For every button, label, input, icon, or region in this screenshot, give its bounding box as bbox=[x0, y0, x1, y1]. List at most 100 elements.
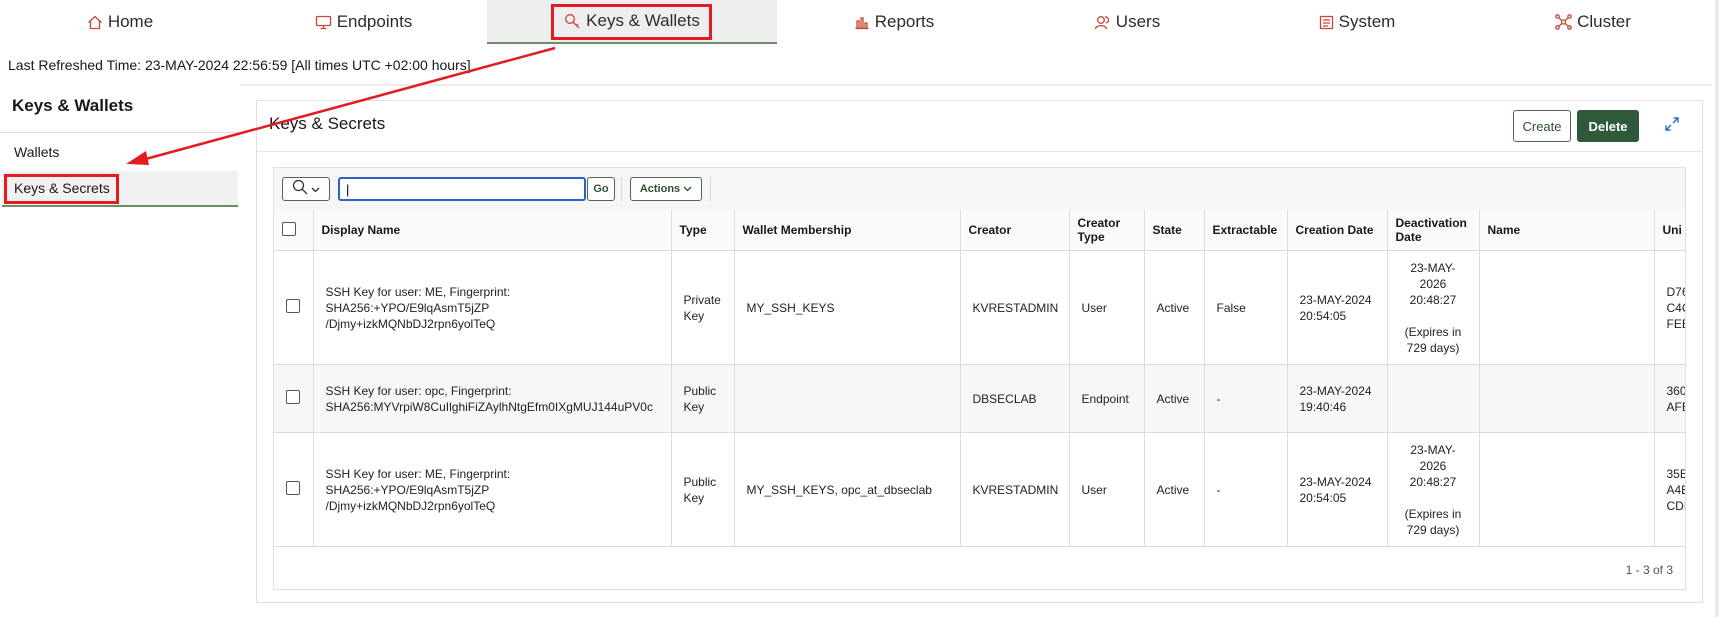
cell-extractable: - bbox=[1204, 432, 1288, 547]
home-icon bbox=[87, 15, 103, 30]
page-scrollbar[interactable] bbox=[1715, 0, 1719, 617]
report-grid: Go Actions Display Name Type bbox=[273, 167, 1686, 590]
key-icon bbox=[564, 13, 581, 29]
cell-extractable: - bbox=[1204, 364, 1288, 433]
column-header[interactable]: Extractable bbox=[1204, 210, 1288, 251]
cell-name bbox=[1479, 364, 1655, 433]
select-all-checkbox[interactable] bbox=[282, 221, 296, 236]
row-checkbox[interactable] bbox=[286, 480, 301, 495]
cell-name bbox=[1479, 250, 1655, 365]
table-row[interactable]: SSH Key for user: ME, Fingerprint: SHA25… bbox=[274, 250, 1685, 365]
toolbar-separator bbox=[710, 177, 711, 201]
row-select-cell bbox=[274, 364, 314, 433]
table-row[interactable]: SSH Key for user: ME, Fingerprint: SHA25… bbox=[274, 432, 1685, 547]
tab-reports-label: Reports bbox=[874, 12, 935, 31]
report-toolbar: Go Actions bbox=[274, 168, 1685, 211]
cell-display-name: SSH Key for user: ME, Fingerprint: SHA25… bbox=[313, 432, 672, 547]
actions-menu-button[interactable]: Actions bbox=[630, 177, 702, 201]
last-refreshed-text: Last Refreshed Time: 23-MAY-2024 22:56:5… bbox=[8, 57, 471, 73]
cell-wallet: MY_SSH_KEYS bbox=[734, 250, 961, 365]
column-header[interactable]: Uni bbox=[1654, 210, 1685, 251]
create-button[interactable]: Create bbox=[1513, 110, 1571, 142]
cell-state: Active bbox=[1144, 432, 1205, 547]
cell-creation-date: 23-MAY-2024 19:40:46 bbox=[1287, 364, 1388, 433]
sidebar-item-keys-secrets[interactable]: Keys & Secrets bbox=[2, 171, 238, 207]
column-header[interactable]: Creation Date bbox=[1287, 210, 1388, 251]
select-all-cell bbox=[274, 210, 314, 251]
row-select-cell bbox=[274, 432, 314, 547]
tab-reports[interactable]: Reports bbox=[777, 0, 1011, 44]
tab-users-label: Users bbox=[1115, 12, 1161, 31]
delete-button[interactable]: Delete bbox=[1577, 110, 1639, 142]
cell-state: Active bbox=[1144, 364, 1205, 433]
tab-system-label: System bbox=[1338, 12, 1396, 31]
document-icon bbox=[1319, 15, 1334, 30]
sidebar-item-label: Wallets bbox=[14, 144, 60, 160]
cell-creator-type: User bbox=[1069, 432, 1145, 547]
cell-creator: DBSECLAB bbox=[960, 364, 1070, 433]
column-header[interactable]: Deactivation Date bbox=[1387, 210, 1480, 251]
deactivation-date-text: 23-MAY-2026 20:48:27 bbox=[1409, 442, 1457, 489]
expires-text: (Expires in 729 days) bbox=[1404, 324, 1462, 355]
bar-chart-icon bbox=[854, 15, 870, 30]
column-header[interactable]: Creator Type bbox=[1069, 210, 1145, 251]
region-header: Keys & Secrets Create Delete bbox=[257, 101, 1702, 152]
cell-deactivation-date bbox=[1387, 364, 1480, 433]
tab-cluster-label: Cluster bbox=[1577, 12, 1631, 31]
expires-text: (Expires in 729 days) bbox=[1404, 506, 1462, 537]
column-header[interactable]: Name bbox=[1479, 210, 1655, 251]
cell-creation-date: 23-MAY-2024 20:54:05 bbox=[1287, 250, 1388, 365]
toolbar-separator bbox=[621, 177, 622, 201]
region-title: Keys & Secrets bbox=[269, 114, 386, 133]
cell-state: Active bbox=[1144, 250, 1205, 365]
monitor-icon bbox=[315, 15, 332, 30]
cell-creator-type: User bbox=[1069, 250, 1145, 365]
column-header[interactable]: Wallet Membership bbox=[734, 210, 961, 251]
tab-endpoints-label: Endpoints bbox=[336, 12, 413, 31]
tab-keys-wallets[interactable]: Keys & Wallets bbox=[487, 0, 777, 44]
cell-unique-id: 360 AFE bbox=[1654, 364, 1685, 433]
pagination-text: 1 - 3 of 3 bbox=[1625, 563, 1673, 577]
row-checkbox[interactable] bbox=[286, 298, 301, 313]
table-row[interactable]: SSH Key for user: opc, Fingerprint: SHA2… bbox=[274, 364, 1685, 433]
cell-creator-type: Endpoint bbox=[1069, 364, 1145, 433]
search-icon bbox=[292, 179, 308, 200]
top-navigation: Home Endpoints Keys & Wallets Reports Us… bbox=[0, 0, 1719, 48]
row-checkbox[interactable] bbox=[286, 389, 301, 404]
row-select-cell bbox=[274, 250, 314, 365]
go-button[interactable]: Go bbox=[587, 177, 615, 201]
cell-deactivation-date: 23-MAY-2026 20:48:27 (Expires in 729 day… bbox=[1387, 250, 1480, 365]
keys-secrets-region: Keys & Secrets Create Delete Go Actions bbox=[256, 100, 1703, 603]
divider bbox=[240, 84, 1712, 86]
chevron-down-icon bbox=[311, 180, 320, 198]
search-column-button[interactable] bbox=[282, 177, 330, 201]
cell-type: Public Key bbox=[671, 364, 735, 433]
column-header[interactable]: Creator bbox=[960, 210, 1070, 251]
tab-keys-wallets-label: Keys & Wallets bbox=[586, 11, 700, 30]
tab-system[interactable]: System bbox=[1243, 0, 1471, 44]
sidebar-divider bbox=[0, 132, 238, 133]
tab-endpoints[interactable]: Endpoints bbox=[240, 0, 487, 44]
cell-display-name: SSH Key for user: ME, Fingerprint: SHA25… bbox=[313, 250, 672, 365]
tab-users[interactable]: Users bbox=[1011, 0, 1243, 44]
expand-icon[interactable] bbox=[1664, 116, 1680, 137]
keys-table: Display Name Type Wallet Membership Crea… bbox=[274, 210, 1685, 547]
cell-unique-id: D76 C4C FEB bbox=[1654, 250, 1685, 365]
search-input[interactable] bbox=[338, 177, 586, 201]
cell-extractable: False bbox=[1204, 250, 1288, 365]
users-icon bbox=[1094, 15, 1111, 30]
column-header[interactable]: Type bbox=[671, 210, 735, 251]
actions-label: Actions bbox=[639, 183, 681, 195]
cell-creation-date: 23-MAY-2024 20:54:05 bbox=[1287, 432, 1388, 547]
cell-type: Public Key bbox=[671, 432, 735, 547]
cell-deactivation-date: 23-MAY-2026 20:48:27 (Expires in 729 day… bbox=[1387, 432, 1480, 547]
tab-cluster[interactable]: Cluster bbox=[1471, 0, 1715, 44]
tab-home[interactable]: Home bbox=[0, 0, 240, 44]
cell-creator: KVRESTADMIN bbox=[960, 250, 1070, 365]
cell-wallet bbox=[734, 364, 961, 433]
column-header[interactable]: State bbox=[1144, 210, 1205, 251]
sidebar-item-wallets[interactable]: Wallets bbox=[2, 134, 238, 170]
cell-type: Private Key bbox=[671, 250, 735, 365]
chevron-down-icon bbox=[683, 183, 692, 195]
column-header[interactable]: Display Name bbox=[313, 210, 672, 251]
